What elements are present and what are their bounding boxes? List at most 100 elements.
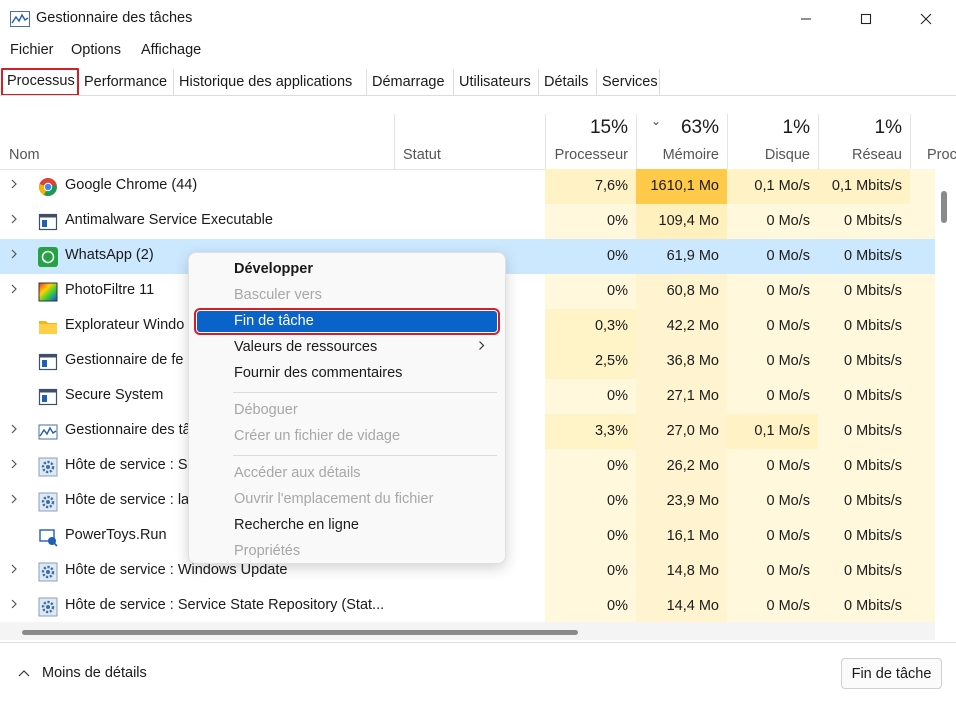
- chevron-right-icon[interactable]: [10, 563, 24, 579]
- tab-performance[interactable]: Performance: [80, 69, 174, 95]
- end-task-button[interactable]: Fin de tâche: [841, 658, 942, 689]
- vertical-scroll-thumb[interactable]: [941, 191, 947, 223]
- app-window-icon: [38, 352, 58, 372]
- cell-cpu: 0%: [545, 484, 636, 519]
- cell-net: 0 Mbits/s: [818, 589, 910, 622]
- chevron-up-icon: [18, 670, 30, 677]
- tab-historique[interactable]: Historique des applications: [175, 69, 367, 95]
- header-memory[interactable]: ⌄ 63% Mémoire: [636, 114, 727, 169]
- context-item-valeurs-de-ressources[interactable]: Valeurs de ressources: [197, 335, 497, 359]
- cell-mem: 61,9 Mo: [666, 248, 719, 264]
- disk-label: Disque: [764, 147, 810, 163]
- cell-mem: 1610,1 Mo: [636, 169, 727, 204]
- header-disk[interactable]: 1% Disque: [727, 114, 818, 169]
- cell-extra: [910, 379, 935, 414]
- context-item-recherche-en-ligne[interactable]: Recherche en ligne: [197, 513, 497, 537]
- tab-bar: Processus Performance Historique des app…: [0, 67, 956, 96]
- gear-icon: [38, 457, 58, 477]
- chevron-right-icon[interactable]: [10, 178, 24, 194]
- cell-disk: 0 Mo/s: [727, 344, 818, 379]
- task-manager-icon: [38, 422, 58, 442]
- cell-net: 0 Mbits/s: [818, 484, 910, 519]
- table-row[interactable]: Hôte de service : Service State Reposito…: [0, 589, 935, 622]
- process-name: Gestionnaire de fe: [65, 352, 184, 368]
- menu-affichage[interactable]: Affichage: [141, 42, 201, 58]
- cell-cpu: 0%: [545, 519, 636, 554]
- cell-cpu: 2,5%: [545, 344, 636, 379]
- close-button[interactable]: [896, 0, 956, 38]
- cell-disk: 0 Mo/s: [766, 248, 810, 264]
- minimize-button[interactable]: [776, 0, 836, 38]
- context-item-acceder-aux-details: Accéder aux détails: [234, 465, 361, 481]
- header-cpu[interactable]: 15% Processeur: [545, 114, 636, 169]
- memory-label: Mémoire: [662, 147, 719, 163]
- photofiltre-icon: [38, 282, 58, 302]
- cell-cpu: 3,3%: [545, 414, 636, 449]
- cell-cpu: 0%: [545, 589, 636, 622]
- cell-cpu: 0%: [545, 449, 636, 484]
- context-item-developper[interactable]: Développer: [197, 257, 497, 281]
- cell-extra: [910, 239, 935, 274]
- process-name: Hôte de service : la: [65, 492, 190, 508]
- cell-mem: 42,2 Mo: [636, 309, 727, 344]
- tab-processus[interactable]: Processus: [1, 68, 79, 96]
- context-item-fournir-des-commentaires[interactable]: Fournir des commentaires: [197, 361, 497, 385]
- gear-icon: [38, 562, 58, 582]
- process-name: Hôte de service : Windows Update: [65, 562, 288, 578]
- title-bar: Gestionnaire des tâches: [0, 0, 956, 38]
- header-network[interactable]: 1% Réseau: [818, 114, 910, 169]
- cell-mem: 36,8 Mo: [636, 344, 727, 379]
- chevron-right-icon[interactable]: [10, 213, 24, 229]
- process-name: Antimalware Service Executable: [65, 212, 273, 228]
- cell-mem: 27,0 Mo: [636, 414, 727, 449]
- table-row[interactable]: Google Chrome (44) 7,6% 1610,1 Mo 0,1 Mo/s 0…: [0, 169, 935, 204]
- cell-net: 0 Mbits/s: [818, 204, 910, 239]
- cell-cpu: 0%: [607, 248, 628, 264]
- chevron-right-icon[interactable]: [10, 423, 24, 439]
- process-name: Explorateur Windo: [65, 317, 185, 333]
- chevron-right-icon[interactable]: [10, 248, 24, 264]
- chevron-right-icon[interactable]: [10, 598, 24, 614]
- cell-disk: 0 Mo/s: [727, 589, 818, 622]
- cell-mem: 109,4 Mo: [636, 204, 727, 239]
- cell-extra: [910, 449, 935, 484]
- tab-utilisateurs[interactable]: Utilisateurs: [455, 69, 539, 95]
- gear-icon: [38, 492, 58, 512]
- header-name[interactable]: Nom: [9, 147, 40, 163]
- process-name: Gestionnaire des tâ: [65, 422, 191, 438]
- tab-services[interactable]: Services: [598, 69, 660, 95]
- context-item-fin-de-tache[interactable]: Fin de tâche: [194, 308, 500, 335]
- tab-details[interactable]: Détails: [540, 69, 597, 95]
- cell-extra: [910, 344, 935, 379]
- header-extra[interactable]: Proc: [910, 114, 956, 169]
- chevron-right-icon[interactable]: [10, 458, 24, 474]
- cell-net: 0,1 Mbits/s: [818, 169, 910, 204]
- cell-disk: 0,1 Mo/s: [727, 414, 818, 449]
- menu-fichier[interactable]: Fichier: [10, 42, 54, 58]
- process-name: Hôte de service : Service State Reposito…: [65, 597, 385, 613]
- cell-mem: 16,1 Mo: [636, 519, 727, 554]
- fewer-details-toggle[interactable]: Moins de détails: [18, 665, 147, 681]
- table-row[interactable]: Antimalware Service Executable 0% 109,4 Mo…: [0, 204, 935, 239]
- cell-net: 0 Mbits/s: [818, 274, 910, 309]
- footer: Moins de détails Fin de tâche: [0, 642, 956, 705]
- cell-disk: 0 Mo/s: [727, 449, 818, 484]
- horizontal-scroll-thumb[interactable]: [22, 630, 578, 635]
- header-status-col[interactable]: Statut: [394, 114, 545, 169]
- horizontal-scrollbar[interactable]: [0, 622, 935, 640]
- maximize-button[interactable]: [836, 0, 896, 38]
- folder-icon: [38, 317, 58, 337]
- chevron-right-icon[interactable]: [10, 283, 24, 299]
- fewer-details-label: Moins de détails: [42, 665, 147, 681]
- cell-disk: 0 Mo/s: [727, 519, 818, 554]
- vertical-scrollbar[interactable]: [935, 169, 956, 622]
- context-menu: Développer Basculer vers Fin de tâche Valeu…: [188, 252, 506, 564]
- cell-extra: [910, 274, 935, 309]
- chevron-right-icon[interactable]: [10, 493, 24, 509]
- menu-options[interactable]: Options: [71, 42, 121, 58]
- cell-disk: 0 Mo/s: [727, 309, 818, 344]
- context-item-basculer-vers: Basculer vers: [234, 287, 322, 303]
- minimize-icon: [801, 18, 811, 20]
- tab-demarrage[interactable]: Démarrage: [368, 69, 454, 95]
- cpu-label: Processeur: [554, 147, 628, 163]
